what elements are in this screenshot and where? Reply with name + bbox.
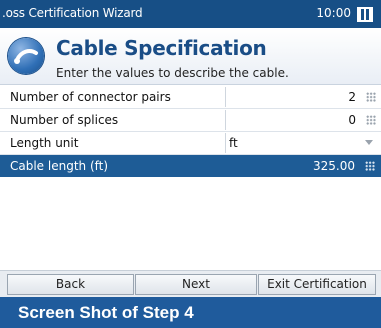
- field-value: 0: [348, 113, 356, 127]
- field-value: ft: [229, 136, 238, 150]
- field-value: 2: [348, 90, 356, 104]
- field-label: Number of splices: [10, 113, 119, 127]
- caption-text: Screen Shot of Step 4: [18, 303, 194, 322]
- keypad-icon[interactable]: [366, 92, 376, 102]
- window-title: .oss Certification Wizard: [2, 6, 143, 20]
- page-header: Cable Specification Enter the values to …: [0, 28, 381, 85]
- cable-wizard-icon: [8, 38, 44, 74]
- field-cable-length[interactable]: Cable length (ft) 325.00: [0, 155, 381, 177]
- splices-input[interactable]: 0: [225, 110, 381, 130]
- clock: 10:00: [316, 6, 351, 20]
- field-connector-pairs: Number of connector pairs 2: [0, 86, 381, 109]
- field-splices: Number of splices 0: [0, 109, 381, 132]
- empty-area: [0, 198, 381, 268]
- exit-certification-button[interactable]: Exit Certification: [258, 274, 376, 295]
- connector-pairs-input[interactable]: 2: [225, 87, 381, 107]
- next-button[interactable]: Next: [135, 274, 257, 295]
- dropdown-arrow-icon[interactable]: [365, 140, 373, 145]
- back-button[interactable]: Back: [7, 274, 134, 295]
- length-unit-select[interactable]: ft: [225, 133, 381, 153]
- keypad-icon[interactable]: [366, 115, 376, 125]
- field-label: Number of connector pairs: [10, 90, 171, 104]
- keypad-icon[interactable]: [365, 161, 375, 171]
- cable-length-input[interactable]: 325.00: [225, 156, 381, 176]
- title-bar: .oss Certification Wizard 10:00: [0, 0, 381, 28]
- field-label: Length unit: [10, 136, 79, 150]
- caption-bar: Screen Shot of Step 4: [0, 297, 381, 328]
- battery-icon: [357, 7, 373, 22]
- field-length-unit: Length unit ft: [0, 132, 381, 155]
- field-value: 325.00: [313, 159, 355, 173]
- page-title: Cable Specification: [56, 36, 267, 60]
- button-bar: Back Next Exit Certification: [0, 270, 381, 297]
- page-subtitle: Enter the values to describe the cable.: [56, 66, 289, 80]
- field-label: Cable length (ft): [10, 159, 109, 173]
